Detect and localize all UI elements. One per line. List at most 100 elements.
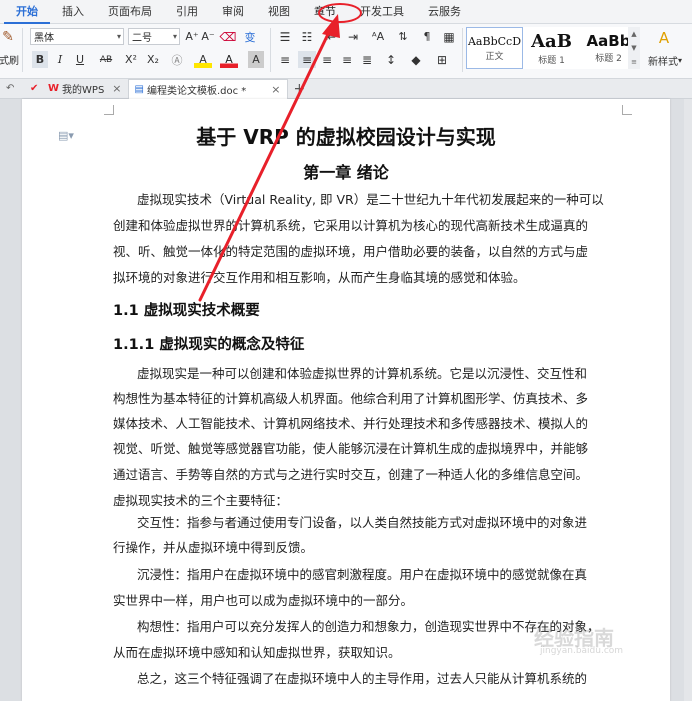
watermark-url: jingyan.baidu.com bbox=[540, 646, 624, 656]
tab-page-layout[interactable]: 页面布局 bbox=[96, 0, 164, 24]
document-tab-bar: ↶ ✔ W 我的WPS × ▤ 编程类论文模板.doc * × + bbox=[0, 78, 692, 99]
show-marks-icon[interactable]: ¶ bbox=[418, 28, 436, 45]
document-icon: ▤ bbox=[134, 83, 144, 95]
ribbon-toolbar: ✎ 式刷 黑体 ▾ 二号 ▾ A⁺ A⁻ ⌫ 变 B I U AB X² X₂ Ⓐ … bbox=[0, 24, 692, 79]
superscript-button[interactable]: X² bbox=[122, 51, 140, 68]
wps-logo-icon: W bbox=[48, 83, 60, 94]
styles-gallery-scroll[interactable]: ▲ ▼ ≡ bbox=[628, 27, 640, 69]
section-heading-1-1: 1.1 虚拟现实技术概要 bbox=[113, 303, 260, 319]
separator bbox=[270, 28, 271, 72]
style-name: 正文 bbox=[485, 51, 504, 62]
table-icon[interactable]: ▦ bbox=[440, 28, 458, 45]
vertical-scrollbar[interactable] bbox=[684, 99, 692, 701]
doc-tab-current[interactable]: ▤ 编程类论文模板.doc * × bbox=[127, 78, 288, 99]
text-line: 媒体技术、人工智能技术、计算机网络技术、并行处理技术和多传感器技术、模拟人的 bbox=[113, 416, 589, 431]
styles-gallery: AaBbCcD 正文 AaB 标题 1 AaBb 标题 2 bbox=[466, 27, 638, 69]
decrease-indent-icon[interactable]: ⇤ bbox=[322, 28, 340, 45]
char-border-button[interactable]: A bbox=[248, 51, 264, 68]
numbered-list-icon[interactable]: ☷ bbox=[298, 28, 316, 45]
text-line: 虚拟现实是一种可以创建和体验虚拟世界的计算机系统。它是以沉浸性、交互性和 bbox=[137, 366, 588, 381]
subscript-button[interactable]: X₂ bbox=[144, 51, 162, 68]
clear-format-icon[interactable]: ⌫ bbox=[220, 28, 237, 45]
sort-icon[interactable]: ⇅ bbox=[394, 28, 412, 45]
separator bbox=[22, 28, 23, 72]
phonetic-guide-button[interactable]: 变 bbox=[240, 28, 260, 45]
highlight-color-button[interactable]: A bbox=[194, 51, 212, 68]
text-line: 视觉、听觉、触觉等感觉器官功能，使人能够沉浸在计算机生成的虚拟境界中，并能够 bbox=[113, 441, 589, 456]
style-heading-1[interactable]: AaB 标题 1 bbox=[523, 27, 580, 69]
borders-icon[interactable]: ⊞ bbox=[432, 51, 452, 68]
line-spacing-icon[interactable]: ↕ bbox=[382, 51, 400, 68]
tab-chapter[interactable]: 章节 bbox=[302, 0, 348, 24]
style-normal[interactable]: AaBbCcD 正文 bbox=[466, 27, 523, 69]
strikethrough-button[interactable]: AB bbox=[96, 51, 116, 68]
text-line: 沉浸性：指用户在虚拟环境中的感官刺激程度。用户在虚拟环境中的感觉就像在真 bbox=[137, 567, 588, 582]
new-style-label: 新样式 bbox=[647, 57, 678, 68]
close-icon[interactable]: × bbox=[271, 83, 280, 96]
style-name: 标题 1 bbox=[538, 55, 565, 66]
font-color-button[interactable]: A bbox=[220, 51, 238, 68]
chevron-up-icon[interactable]: ▲ bbox=[631, 30, 636, 38]
text-line: 视、听、触觉一体化的特定范围的虚拟环境，用户借助必要的装备，以自然的方式与虚 bbox=[113, 244, 589, 259]
tab-cloud-service[interactable]: 云服务 bbox=[416, 0, 473, 24]
underline-button[interactable]: U bbox=[72, 51, 88, 68]
undo-icon[interactable]: ↶ bbox=[0, 79, 24, 99]
align-left-icon[interactable]: ≡ bbox=[276, 51, 294, 68]
bold-button[interactable]: B bbox=[32, 51, 48, 68]
text-line: 构想性为基本特征的计算机高级人机界面。他综合利用了计算机图形学、仿真技术、多 bbox=[113, 391, 589, 406]
close-icon[interactable]: × bbox=[112, 82, 121, 95]
new-style-button[interactable]: 新样式 ▾ bbox=[640, 52, 690, 69]
tab-view[interactable]: 视图 bbox=[256, 0, 302, 24]
increase-indent-icon[interactable]: ⇥ bbox=[344, 28, 362, 45]
style-name: 标题 2 bbox=[595, 54, 622, 64]
text-line: 实世界中一样，用户也可以成为虚拟环境中的一部分。 bbox=[113, 593, 414, 608]
text-effect-button[interactable]: Ⓐ bbox=[170, 51, 184, 68]
chevron-down-icon[interactable]: ▼ bbox=[631, 44, 636, 52]
pin-icon[interactable]: ✔ bbox=[24, 79, 42, 99]
document-title: 基于 VRP 的虚拟校园设计与实现 bbox=[196, 125, 496, 149]
section-heading-1-1-1: 1.1.1 虚拟现实的概念及特征 bbox=[113, 337, 305, 353]
text-line: 拟环境的对象进行交互作用和相互影响，从而产生身临其境的感觉和体验。 bbox=[113, 270, 526, 285]
expand-icon[interactable]: ≡ bbox=[631, 58, 637, 66]
style-sample: AaBbCcD bbox=[467, 34, 522, 48]
separator bbox=[462, 28, 463, 72]
tab-developer[interactable]: 开发工具 bbox=[348, 0, 416, 24]
chevron-down-icon: ▾ bbox=[172, 32, 177, 41]
distribute-icon[interactable]: ≣ bbox=[358, 51, 376, 68]
wps-writer-window: 开始 插入 页面布局 引用 审阅 视图 章节 开发工具 云服务 ✎ 式刷 黑体 ▾… bbox=[0, 0, 692, 701]
tab-references[interactable]: 引用 bbox=[164, 0, 210, 24]
document-page[interactable]: ▤▾ 基于 VRP 的虚拟校园设计与实现 第一章 绪论 虚拟现实技术（Virtu… bbox=[22, 99, 670, 701]
shrink-font-button[interactable]: A⁻ bbox=[200, 28, 216, 45]
text-line: 通过语言、手势等自然的方式与之进行实时交互，创建了一种适人化的多维信息空间。 bbox=[113, 467, 589, 482]
chevron-down-icon: ▾ bbox=[677, 56, 682, 65]
format-painter-icon[interactable]: ✎ bbox=[0, 26, 16, 48]
margin-corner bbox=[104, 105, 114, 115]
menu-bar: 开始 插入 页面布局 引用 审阅 视图 章节 开发工具 云服务 bbox=[0, 0, 692, 24]
text-line: 虚拟现实技术的三个主要特征： bbox=[113, 493, 289, 508]
align-right-icon[interactable]: ≡ bbox=[318, 51, 336, 68]
text-line: 创建和体验虚拟世界的计算机系统，它采用以计算机为核心的现代高新技术生成逼真的 bbox=[113, 218, 589, 233]
chapter-heading: 第一章 绪论 bbox=[303, 163, 389, 182]
justify-icon[interactable]: ≡ bbox=[338, 51, 356, 68]
text-direction-icon[interactable]: ᴬA bbox=[368, 28, 388, 45]
new-tab-button[interactable]: + bbox=[288, 79, 312, 99]
new-style-icon[interactable]: A bbox=[646, 28, 682, 48]
bullet-list-icon[interactable]: ☰ bbox=[276, 28, 294, 45]
shading-icon[interactable]: ◆ bbox=[406, 51, 426, 68]
tab-review[interactable]: 审阅 bbox=[210, 0, 256, 24]
tab-home[interactable]: 开始 bbox=[4, 0, 50, 24]
tab-insert[interactable]: 插入 bbox=[50, 0, 96, 24]
text-line: 行操作，并从虚拟环境中得到反馈。 bbox=[113, 540, 314, 555]
align-center-icon[interactable]: ≡ bbox=[298, 51, 316, 68]
italic-button[interactable]: I bbox=[52, 51, 68, 68]
font-name-select[interactable]: 黑体 ▾ bbox=[30, 28, 124, 45]
doc-tab-my-wps[interactable]: W 我的WPS × bbox=[42, 79, 128, 99]
font-size-select[interactable]: 二号 ▾ bbox=[128, 28, 180, 45]
format-painter-label: 式刷 bbox=[0, 56, 19, 67]
doc-tab-label: 我的WPS bbox=[62, 85, 105, 96]
font-name-value: 黑体 bbox=[34, 33, 54, 44]
chevron-down-icon: ▾ bbox=[116, 32, 121, 41]
style-sample: AaB bbox=[531, 30, 572, 52]
grow-font-button[interactable]: A⁺ bbox=[184, 28, 200, 45]
doc-tab-label: 编程类论文模板.doc * bbox=[146, 85, 247, 97]
